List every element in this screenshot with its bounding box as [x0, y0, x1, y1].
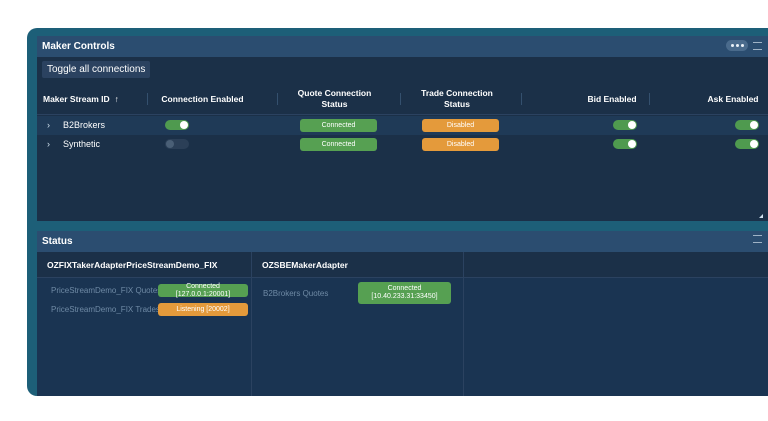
status-line-label: PriceStreamDemo_FIX Trades	[51, 305, 160, 314]
status-line-label: PriceStreamDemo_FIX Quotes	[51, 286, 162, 295]
resize-handle-icon[interactable]	[759, 214, 763, 218]
adapter-column-empty	[464, 252, 768, 396]
panel-title: Status	[42, 236, 73, 247]
header-trade-status[interactable]: Trade Connection Status	[412, 84, 502, 114]
more-icon[interactable]	[726, 40, 748, 51]
column-separator[interactable]	[521, 93, 522, 105]
adapter-name: OZSBEMakerAdapter	[252, 252, 463, 278]
bid-enabled-toggle[interactable]	[613, 139, 637, 149]
header-stream-id[interactable]: Maker Stream ID ↑	[43, 84, 119, 114]
menu-icon[interactable]	[753, 41, 762, 50]
header-connection-enabled[interactable]: Connection Enabled	[155, 84, 250, 114]
connection-enabled-toggle[interactable]	[165, 139, 189, 149]
empty-body	[464, 278, 768, 396]
chevron-right-icon[interactable]: ›	[47, 139, 50, 149]
status-title-bar: Status	[37, 231, 768, 252]
status-panel: Status OZFIXTakerAdapterPriceStreamDemo_…	[37, 231, 768, 396]
stream-id: B2Brokers	[63, 120, 106, 130]
empty-header	[464, 252, 768, 278]
menu-icon[interactable]	[753, 235, 762, 243]
panel-tools	[726, 40, 762, 51]
adapter-column: OZFIXTakerAdapterPriceStreamDemo_FIX Pri…	[37, 252, 252, 396]
header-quote-status[interactable]: Quote Connection Status	[292, 84, 377, 114]
panel-tools	[753, 235, 762, 243]
quote-status-badge: Connected	[300, 138, 377, 151]
quote-status-badge: Connected	[300, 119, 377, 132]
column-separator[interactable]	[277, 93, 278, 105]
status-line-label: B2Brokers Quotes	[263, 289, 329, 298]
table-row[interactable]: › B2Brokers Connected Disabled	[37, 116, 768, 135]
table-header: Maker Stream ID ↑ Connection Enabled Quo…	[37, 84, 768, 115]
sort-up-icon[interactable]: ↑	[115, 94, 119, 105]
app-frame: Maker Controls Toggle all connections Ma…	[27, 28, 768, 396]
chevron-right-icon[interactable]: ›	[47, 120, 50, 130]
adapter-body: PriceStreamDemo_FIX Quotes Connected [12…	[37, 278, 251, 396]
column-separator[interactable]	[400, 93, 401, 105]
maker-controls-title-bar: Maker Controls	[37, 36, 768, 57]
column-separator[interactable]	[147, 93, 148, 105]
header-bid-enabled[interactable]: Bid Enabled	[582, 84, 642, 114]
header-label: Maker Stream ID	[43, 93, 110, 104]
table-row[interactable]: › Synthetic Connected Disabled	[37, 135, 768, 154]
connection-enabled-toggle[interactable]	[165, 120, 189, 130]
adapter-name: OZFIXTakerAdapterPriceStreamDemo_FIX	[37, 252, 251, 278]
column-separator[interactable]	[649, 93, 650, 105]
stream-id: Synthetic	[63, 139, 101, 149]
status-line-value: Listening [20002]	[158, 303, 248, 316]
toggle-all-connections-button[interactable]: Toggle all connections	[42, 61, 151, 78]
maker-controls-panel: Maker Controls Toggle all connections Ma…	[37, 36, 768, 221]
ask-enabled-toggle[interactable]	[735, 120, 759, 130]
status-line-value: Connected [127.0.0.1:20001]	[158, 283, 248, 298]
adapter-column: OZSBEMakerAdapter B2Brokers Quotes Conne…	[252, 252, 464, 396]
ask-enabled-toggle[interactable]	[735, 139, 759, 149]
toolbar: Toggle all connections	[37, 57, 768, 81]
panel-title: Maker Controls	[42, 41, 115, 52]
bid-enabled-toggle[interactable]	[613, 120, 637, 130]
trade-status-badge: Disabled	[422, 119, 499, 132]
adapter-body: B2Brokers Quotes Connected [10.40.233.31…	[252, 278, 463, 396]
trade-status-badge: Disabled	[422, 138, 499, 151]
header-ask-enabled[interactable]: Ask Enabled	[703, 84, 763, 114]
status-line-value: Connected [10.40.233.31:33450]	[358, 282, 451, 304]
